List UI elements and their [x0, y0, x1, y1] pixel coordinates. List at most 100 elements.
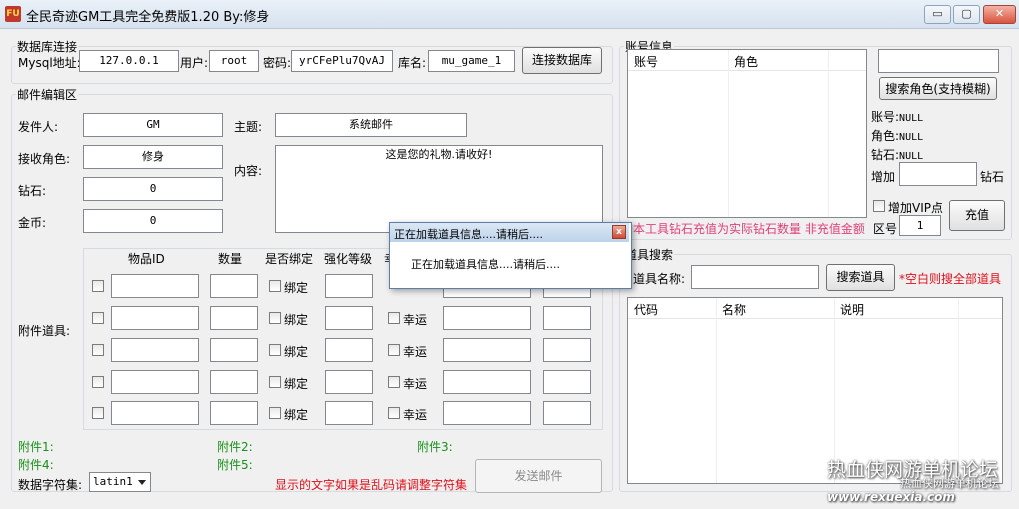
lucky-checkbox[interactable]	[388, 344, 400, 356]
content-textarea[interactable]: 这是您的礼物.请收好!	[275, 145, 603, 233]
lucky-checkbox[interactable]	[388, 312, 400, 324]
col-code[interactable]: 代码	[634, 301, 658, 318]
col-desc[interactable]: 说明	[840, 301, 864, 318]
item-id-input[interactable]	[111, 401, 199, 425]
enhance-input[interactable]	[325, 370, 373, 394]
db-password-input[interactable]: yrCFePlu7QvAJ	[291, 50, 393, 72]
sender-input[interactable]: GM	[83, 113, 223, 137]
lucky-label: 幸运	[403, 345, 428, 359]
bind-checkbox[interactable]	[269, 312, 281, 324]
attachments-label: 附件道具:	[18, 324, 71, 338]
extra-input[interactable]	[443, 306, 531, 330]
gold-input[interactable]: 0	[83, 209, 223, 233]
charset-label: 数据字符集:	[18, 478, 83, 492]
watermark-small: 热血侠网游单机论坛	[900, 477, 999, 490]
extra-input-2[interactable]	[543, 401, 591, 425]
item-id-input[interactable]	[111, 338, 199, 362]
zone-label: 区号	[873, 222, 898, 236]
item-name-input[interactable]	[691, 265, 819, 289]
enhance-input[interactable]	[325, 401, 373, 425]
add-diamond-input[interactable]	[899, 162, 977, 186]
attachment-2-label: 附件2:	[217, 440, 253, 454]
send-mail-button[interactable]: 发送邮件	[475, 459, 602, 493]
db-user-input[interactable]: root	[209, 50, 259, 72]
enhance-input[interactable]	[325, 274, 373, 298]
maximize-button[interactable]: ▢	[953, 5, 980, 24]
bind-checkbox[interactable]	[269, 407, 281, 419]
recharge-button[interactable]: 充值	[949, 200, 1005, 231]
quantity-input[interactable]	[210, 401, 258, 425]
diamond-field-label: 钻石:NULL	[871, 148, 924, 162]
lucky-checkbox[interactable]	[388, 407, 400, 419]
bind-label: 绑定	[284, 345, 309, 359]
attach-row-checkbox[interactable]	[92, 280, 104, 292]
charset-select[interactable]: latin1	[89, 472, 151, 492]
bind-checkbox[interactable]	[269, 376, 281, 388]
zone-input[interactable]: 1	[899, 215, 941, 236]
col-name[interactable]: 名称	[722, 301, 746, 318]
bind-checkbox[interactable]	[269, 280, 281, 292]
mysql-host-input[interactable]: 127.0.0.1	[79, 50, 179, 72]
quantity-input[interactable]	[210, 274, 258, 298]
attachment-1-label: 附件1:	[18, 440, 54, 454]
vip-label: 增加VIP点	[888, 201, 943, 215]
receiver-input[interactable]: 修身	[83, 145, 223, 169]
db-name-input[interactable]: mu_game_1	[428, 50, 515, 72]
bind-checkbox[interactable]	[269, 344, 281, 356]
loading-dialog-message: 正在加载道具信息....请稍后....	[411, 258, 560, 271]
extra-input[interactable]	[443, 338, 531, 362]
column-divider	[728, 50, 729, 217]
role-field-label: 角色:NULL	[871, 129, 924, 143]
extra-input-2[interactable]	[543, 338, 591, 362]
search-role-button[interactable]: 搜索角色(支持模糊)	[879, 77, 997, 100]
col-role[interactable]: 角色	[734, 53, 758, 70]
enhance-input[interactable]	[325, 306, 373, 330]
lucky-checkbox[interactable]	[388, 376, 400, 388]
title-bar: FU 全民奇迹GM工具完全免费版1.20 By:修身 ▭ ▢ ✕	[0, 0, 1019, 29]
add-unit-label: 钻石	[980, 170, 1005, 184]
extra-input-2[interactable]	[543, 370, 591, 394]
mysql-host-label: Mysql地址:	[18, 56, 81, 70]
attach-row-checkbox[interactable]	[92, 376, 104, 388]
header-quantity: 数量	[218, 252, 243, 266]
attach-row-checkbox[interactable]	[92, 344, 104, 356]
account-table[interactable]: 账号 角色	[627, 49, 867, 218]
extra-input-2[interactable]	[543, 306, 591, 330]
minimize-button[interactable]: ▭	[924, 5, 951, 24]
header-bound: 是否绑定	[265, 252, 314, 266]
account-field-label: 账号:NULL	[871, 110, 924, 124]
bind-label: 绑定	[284, 408, 309, 422]
app-icon: FU	[5, 6, 21, 22]
close-button[interactable]: ✕	[983, 5, 1016, 24]
extra-input[interactable]	[443, 401, 531, 425]
quantity-input[interactable]	[210, 306, 258, 330]
watermark-url: www.rexuexia.com	[827, 490, 955, 504]
item-id-input[interactable]	[111, 306, 199, 330]
db-name-label: 库名:	[398, 56, 427, 70]
mail-editor-legend: 邮件编辑区	[17, 88, 78, 102]
item-id-input[interactable]	[111, 274, 199, 298]
loading-dialog: 正在加载道具信息....请稍后.... x 正在加载道具信息....请稍后...…	[389, 222, 632, 289]
search-item-button[interactable]: 搜索道具	[826, 264, 895, 291]
diamond-input[interactable]: 0	[83, 177, 223, 201]
vip-checkbox[interactable]	[873, 200, 885, 212]
quantity-input[interactable]	[210, 338, 258, 362]
col-account[interactable]: 账号	[634, 53, 658, 70]
attach-row-checkbox[interactable]	[92, 312, 104, 324]
lucky-label: 幸运	[403, 313, 428, 327]
subject-input[interactable]: 系统邮件	[275, 113, 467, 137]
subject-label: 主题:	[234, 120, 263, 134]
item-search-hint: *空白则搜全部道具	[899, 272, 1002, 286]
enhance-input[interactable]	[325, 338, 373, 362]
connect-db-button[interactable]: 连接数据库	[522, 47, 602, 74]
charset-value: latin1	[93, 475, 133, 488]
role-search-input[interactable]	[878, 49, 999, 73]
chevron-down-icon	[138, 480, 146, 485]
recharge-notice: *本工具钻石充值为实际钻石数量 非充值金额	[627, 222, 865, 236]
dialog-close-icon[interactable]: x	[612, 225, 626, 239]
quantity-input[interactable]	[210, 370, 258, 394]
item-id-input[interactable]	[111, 370, 199, 394]
bind-label: 绑定	[284, 313, 309, 327]
attach-row-checkbox[interactable]	[92, 407, 104, 419]
extra-input[interactable]	[443, 370, 531, 394]
